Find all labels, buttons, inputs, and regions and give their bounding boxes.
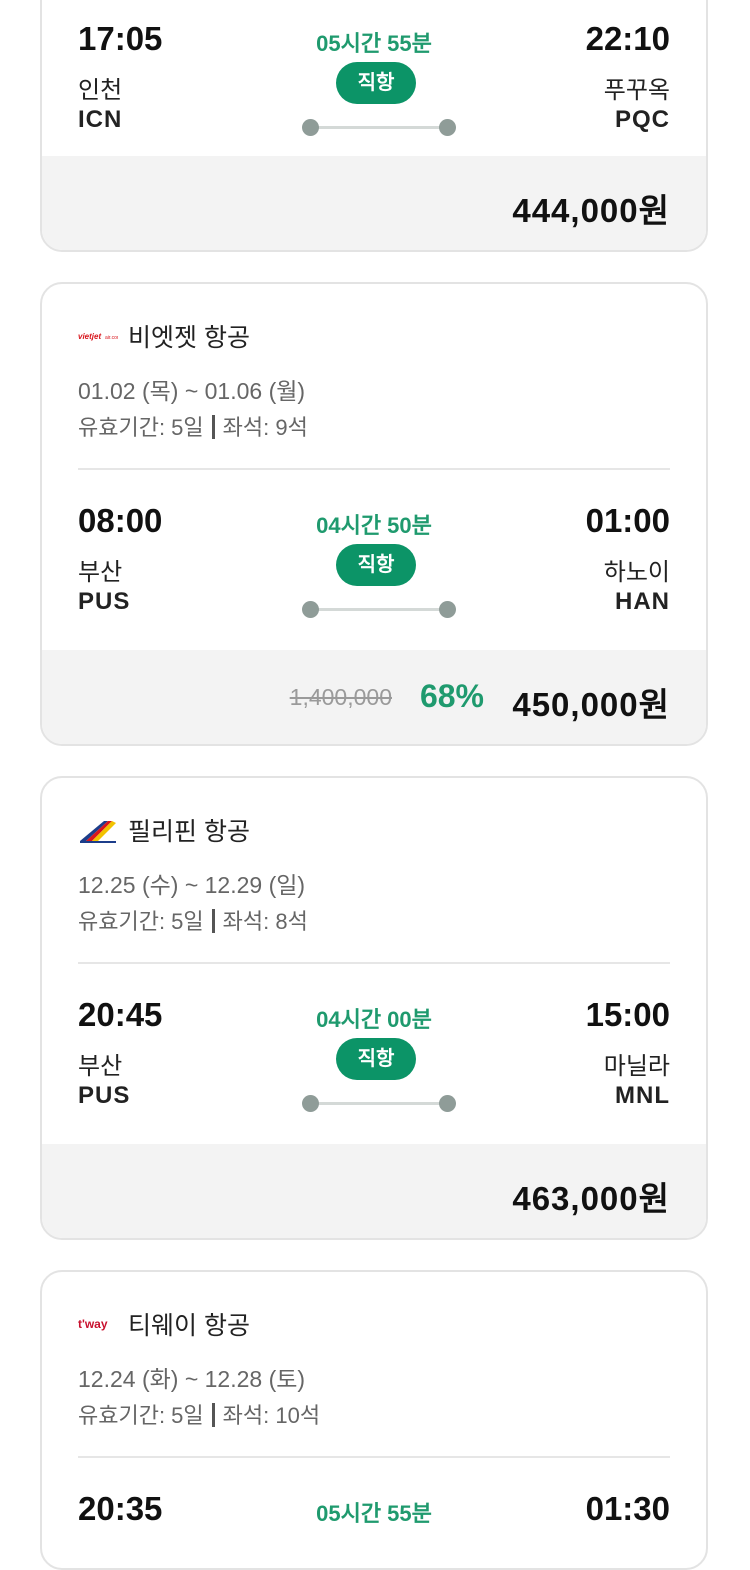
price-bar: 463,000원 — [42, 1144, 706, 1238]
discount-rate: 68% — [419, 678, 484, 714]
validity-seats: 유효기간: 5일 좌석: 8석 — [78, 904, 308, 936]
price-bar: 1,400,000 68% 450,000원 — [42, 650, 706, 744]
route-line — [302, 601, 456, 618]
separator — [211, 415, 215, 439]
airline-row: 필리핀 항공 — [78, 812, 250, 848]
direct-badge: 직항 — [336, 544, 416, 586]
flight-card[interactable]: 필리핀 항공 12.25 (수) ~ 12.29 (일) 유효기간: 5일 좌석:… — [40, 776, 708, 1240]
price-bar: 444,000원 — [42, 156, 706, 250]
arrival-city: 마닐라 — [603, 1053, 670, 1080]
validity-seats: 유효기간: 5일 좌석: 10석 — [78, 1398, 320, 1430]
departure-city: 부산 — [78, 559, 123, 586]
price: 463,000원 — [512, 1180, 670, 1217]
direct-badge: 직항 — [336, 62, 416, 104]
arrival-code: HAN — [615, 588, 670, 615]
origin-dot — [302, 119, 319, 136]
seats: 좌석: 10석 — [222, 1403, 321, 1428]
validity: 유효기간: 5일 — [78, 1403, 204, 1428]
destination-dot — [439, 1095, 456, 1112]
arrival-time: 01:30 — [585, 1490, 670, 1527]
divider — [78, 468, 670, 470]
destination-dot — [439, 119, 456, 136]
separator — [211, 909, 215, 933]
svg-text:vietjet: vietjet — [78, 332, 101, 341]
svg-text:air.com: air.com — [105, 335, 118, 341]
price: 450,000원 — [512, 686, 670, 723]
flight-info: 08:00 부산 PUS 04시간 50분 직항 01:00 하노이 HAN — [42, 484, 706, 634]
validity: 유효기간: 5일 — [78, 909, 204, 934]
origin-dot — [302, 601, 319, 618]
arrival-city: 하노이 — [603, 559, 670, 586]
travel-dates: 01.02 (목) ~ 01.06 (월) — [78, 378, 306, 404]
airline-name: 필리핀 항공 — [128, 818, 250, 846]
vietjet-logo: vietjet air.com — [78, 322, 118, 350]
airline-row: vietjet air.com 비엣젯 항공 — [78, 318, 250, 354]
route-line — [302, 1095, 456, 1112]
flight-info: 20:45 부산 PUS 04시간 00분 직항 15:00 마닐라 MNL — [42, 978, 706, 1128]
divider — [78, 1456, 670, 1458]
flight-info: 20:35 05시간 55분 01:30 — [42, 1472, 706, 1568]
validity: 유효기간: 5일 — [78, 415, 204, 440]
travel-dates: 12.24 (화) ~ 12.28 (토) — [78, 1366, 306, 1392]
flight-card[interactable]: t'way 티웨이 항공 12.24 (화) ~ 12.28 (토) 유효기간:… — [40, 1270, 708, 1570]
flight-card[interactable]: vietjet air.com 비엣젯 항공 01.02 (목) ~ 01.06… — [40, 282, 708, 746]
arrival-city: 푸꾸옥 — [603, 77, 670, 104]
flight-info: 17:05 인천 ICN 05시간 55분 직항 22:10 푸꾸옥 PQC — [42, 2, 706, 152]
philippine-airlines-logo — [78, 816, 118, 844]
price: 444,000원 — [512, 192, 670, 229]
origin-dot — [302, 1095, 319, 1112]
direct-badge: 직항 — [336, 1038, 416, 1080]
tway-logo: t'way — [78, 1310, 118, 1338]
arrival-code: PQC — [614, 106, 670, 133]
travel-dates: 12.25 (수) ~ 12.29 (일) — [78, 872, 306, 898]
route-line — [302, 119, 456, 136]
validity-seats: 유효기간: 5일 좌석: 9석 — [78, 410, 308, 442]
departure-city: 인천 — [78, 77, 123, 104]
destination-dot — [439, 601, 456, 618]
flight-card[interactable]: 17:05 인천 ICN 05시간 55분 직항 22:10 푸꾸옥 PQC 4… — [40, 0, 708, 252]
airline-name: 비엣젯 항공 — [128, 324, 250, 352]
departure-code: PUS — [78, 588, 131, 615]
seats: 좌석: 8석 — [222, 909, 308, 934]
airline-name: 티웨이 항공 — [128, 1312, 250, 1340]
original-price: 1,400,000 — [289, 684, 392, 710]
divider — [78, 962, 670, 964]
departure-code: PUS — [78, 1082, 131, 1109]
separator — [211, 1403, 215, 1427]
airline-row: t'way 티웨이 항공 — [78, 1306, 250, 1342]
arrival-time: 22:10 — [585, 20, 670, 57]
arrival-time: 01:00 — [585, 502, 670, 539]
departure-city: 부산 — [78, 1053, 123, 1080]
svg-text:t'way: t'way — [78, 1317, 108, 1331]
seats: 좌석: 9석 — [222, 415, 308, 440]
arrival-code: MNL — [615, 1082, 670, 1109]
arrival-time: 15:00 — [585, 996, 670, 1033]
departure-code: ICN — [78, 106, 123, 133]
